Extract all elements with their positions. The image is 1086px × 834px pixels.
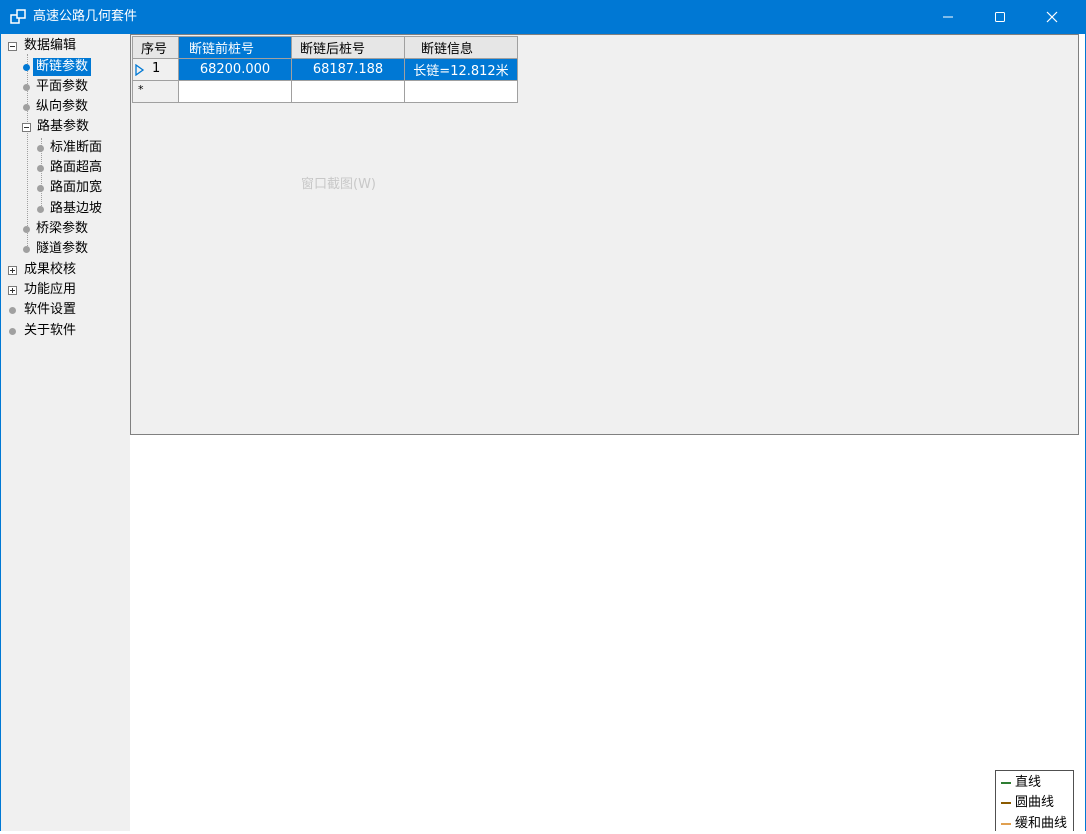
tree-node-label: 路基边坡 (50, 201, 103, 216)
bullet-icon (23, 226, 30, 233)
table-row[interactable]: 1 68200.000 68187.188 长链=12.812米 (132, 58, 518, 81)
bullet-icon (23, 104, 30, 111)
expand-icon[interactable] (8, 286, 17, 295)
legend-label: 缓和曲线 (1015, 816, 1068, 831)
row-header[interactable]: * (132, 80, 179, 103)
tree-node-superelevation[interactable]: 路面超高 (37, 158, 105, 178)
tree-node-label: 路面超高 (50, 160, 103, 175)
column-header-index[interactable]: 序号 (132, 36, 179, 59)
tree-node-label: 纵向参数 (36, 99, 89, 114)
close-button[interactable] (1027, 0, 1077, 34)
chain-data-grid[interactable]: 序号 断链前桩号 断链后桩号 断链信息 1 68200.000 68187.18… (132, 36, 518, 103)
tree-node-function-apply[interactable]: 功能应用 (8, 280, 79, 300)
tree-node-bridge-params[interactable]: 桥梁参数 (23, 219, 91, 239)
legend-label: 直线 (1015, 775, 1042, 790)
tree-node-tunnel-params[interactable]: 隧道参数 (23, 239, 91, 259)
tree-node-vertical-params[interactable]: 纵向参数 (23, 97, 91, 117)
new-row-marker: * (138, 83, 144, 96)
tree-node-label: 软件设置 (24, 302, 77, 317)
cell-before[interactable]: 68200.000 (178, 58, 292, 81)
legend-item-transition-curve: 缓和曲线 (1001, 814, 1067, 834)
collapse-icon[interactable] (8, 42, 17, 51)
tree-node-chain-params[interactable]: 断链参数 (23, 57, 92, 77)
minimize-button[interactable] (923, 0, 973, 34)
legend-item-line: 直线 (1001, 773, 1041, 793)
column-header-info[interactable]: 断链信息 (404, 36, 518, 59)
cell-before[interactable] (178, 80, 292, 103)
bullet-icon (37, 185, 44, 192)
app-icon (10, 9, 26, 24)
window-title: 高速公路几何套件 (33, 9, 138, 24)
title-bar[interactable]: 高速公路几何套件 (0, 0, 1086, 34)
legend-swatch (1001, 801, 1011, 804)
tree-node-label: 桥梁参数 (36, 221, 89, 236)
cell-info[interactable]: 长链=12.812米 (404, 58, 518, 81)
bullet-icon (23, 246, 30, 253)
cell-info[interactable] (404, 80, 518, 103)
current-row-arrow-icon (135, 64, 145, 76)
tree-node-label: 成果校核 (24, 262, 77, 277)
bullet-icon (9, 307, 16, 314)
bullet-icon (37, 145, 44, 152)
navigation-tree[interactable]: 数据编辑 断链参数 平面参数 纵向参数 路基参数 标准断面 路面超高 路面加宽 … (1, 34, 130, 831)
tree-node-widening[interactable]: 路面加宽 (37, 178, 105, 198)
chart-legend: 直线 圆曲线 缓和曲线 (995, 770, 1074, 831)
column-header-before[interactable]: 断链前桩号 (178, 36, 292, 59)
row-index: 1 (152, 61, 161, 76)
tree-node-label: 功能应用 (24, 282, 77, 297)
tree-node-slope[interactable]: 路基边坡 (37, 199, 105, 219)
tree-node-label: 标准断面 (50, 140, 103, 155)
tree-node-label: 平面参数 (36, 79, 89, 94)
new-row[interactable]: * (132, 80, 518, 103)
tree-node-label: 数据编辑 (24, 38, 77, 53)
expand-icon[interactable] (8, 266, 17, 275)
bullet-icon (37, 165, 44, 172)
bullet-icon (9, 328, 16, 335)
minimize-icon (943, 16, 953, 18)
tree-node-settings[interactable]: 软件设置 (9, 300, 79, 320)
collapse-icon[interactable] (22, 123, 31, 132)
legend-label: 圆曲线 (1015, 795, 1055, 810)
tree-node-label: 隧道参数 (36, 241, 89, 256)
cell-after[interactable] (291, 80, 405, 103)
maximize-button[interactable] (975, 0, 1025, 34)
legend-swatch (1001, 822, 1011, 825)
close-icon (1046, 11, 1058, 23)
row-header[interactable]: 1 (132, 58, 179, 81)
watermark-text: 窗口截图(W) (301, 177, 376, 192)
legend-swatch (1001, 781, 1011, 784)
chain-grid-panel[interactable]: 序号 断链前桩号 断链后桩号 断链信息 1 68200.000 68187.18… (130, 34, 1079, 435)
tree-node-data-edit[interactable]: 数据编辑 (8, 36, 79, 56)
tree-node-label: 关于软件 (24, 323, 77, 338)
tree-node-label: 路基参数 (37, 119, 90, 134)
tree-node-standard-section[interactable]: 标准断面 (37, 138, 105, 158)
bullet-icon (23, 64, 30, 71)
tree-node-about[interactable]: 关于软件 (9, 321, 79, 341)
bullet-icon (23, 84, 30, 91)
column-header-after[interactable]: 断链后桩号 (291, 36, 405, 59)
maximize-icon (995, 12, 1005, 22)
tree-node-plane-params[interactable]: 平面参数 (23, 77, 91, 97)
tree-node-label: 断链参数 (33, 58, 92, 76)
tree-node-subgrade-params[interactable]: 路基参数 (22, 117, 92, 137)
legend-item-circular-curve: 圆曲线 (1001, 793, 1054, 813)
cell-after[interactable]: 68187.188 (291, 58, 405, 81)
bullet-icon (37, 206, 44, 213)
tree-node-result-check[interactable]: 成果校核 (8, 260, 79, 280)
tree-node-label: 路面加宽 (50, 180, 103, 195)
